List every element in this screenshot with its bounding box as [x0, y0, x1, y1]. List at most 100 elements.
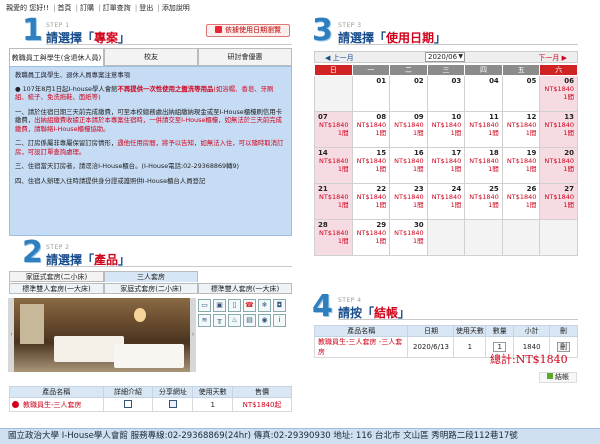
calendar-day-10[interactable]: 10 NT$1840 1間	[426, 111, 466, 148]
calendar-empty-cell	[501, 219, 541, 256]
day-rooms: 1間	[375, 129, 387, 137]
radio-checked-icon[interactable]	[12, 400, 19, 408]
footer-bar: 國立政治大學 I-House學人會館 服務專線:02-29368869(24hr…	[0, 428, 600, 444]
top-nav: 親愛的 您好!! | 首頁 | 訂購 | 訂單查詢 | 登出 | 添加說明	[6, 4, 190, 12]
day-rooms: 1間	[488, 201, 499, 209]
day-number: 09	[413, 113, 424, 121]
room-photo	[14, 298, 192, 372]
photo-next-arrow[interactable]: ›	[190, 298, 196, 372]
calendar-day-29[interactable]: 29 NT$1840 1間	[351, 219, 391, 256]
day-number: 16	[413, 149, 424, 157]
step3-label: STEP 3	[338, 22, 362, 29]
product-table: 產品名稱 詳細介紹 分享網址 使用天數 售價 教職員生-三人套房 1 NT$18…	[9, 386, 292, 412]
subtab-standard-double[interactable]: 標準雙人套房(一大床)	[9, 283, 104, 294]
subtab-family[interactable]: 家庭式套房(二小床)	[104, 283, 198, 294]
calendar-day-08[interactable]: 08 NT$1840 1間	[351, 111, 391, 148]
calendar-day-23[interactable]: 23 NT$1840 1間	[389, 183, 428, 220]
calendar-day-26[interactable]: 26 NT$1840 1間	[501, 183, 541, 220]
calendar-day-21[interactable]: 21 NT$1840 1間	[314, 183, 353, 220]
calendar-day-25[interactable]: 25 NT$1840 1間	[464, 183, 503, 220]
day-number: 29	[376, 221, 387, 229]
calendar-week: 01 02 03 04 05 06 NT$1840 1間	[314, 75, 578, 112]
green-arrow-icon	[547, 373, 553, 379]
tab-triple-suite[interactable]: 三人套房	[104, 271, 198, 282]
subtab-standard-double-2[interactable]: 標準雙人套房(一大床)	[198, 283, 292, 294]
day-price: NT$1840	[319, 157, 349, 165]
tab-family-suite[interactable]: 家庭式套房(二小床)	[9, 271, 104, 282]
day-rooms: 1間	[563, 93, 574, 101]
calendar-day-19[interactable]: 19 NT$1840 1間	[501, 147, 541, 184]
calendar-day-12[interactable]: 12 NT$1840 1間	[501, 111, 541, 148]
calendar-day-18[interactable]: 18 NT$1840 1間	[464, 147, 503, 184]
calendar-nav: ◀ 上一月 2020/06 ▼ 下一月 ▶	[314, 51, 578, 63]
detail-cell[interactable]	[102, 397, 154, 412]
step3-number: 3	[312, 13, 333, 48]
day-price: NT$1840	[394, 229, 424, 237]
wifi-icon: ≋	[198, 314, 211, 327]
calendar-day-15[interactable]: 15 NT$1840 1間	[351, 147, 391, 184]
day-rooms: 1間	[488, 165, 499, 173]
cart-col-product: 產品名稱	[313, 325, 409, 337]
share-icon[interactable]	[168, 400, 177, 408]
tab-alumni[interactable]: 校友	[104, 48, 198, 66]
price-cell: NT$1840起	[232, 397, 292, 412]
calendar-day-04: 04	[464, 75, 503, 112]
calendar-day-27[interactable]: 27 NT$1840 1間	[539, 183, 578, 220]
day-rooms: 1間	[413, 237, 424, 245]
calendar-day-14[interactable]: 14 NT$1840 1間	[314, 147, 353, 184]
calendar-day-16[interactable]: 16 NT$1840 1間	[389, 147, 428, 184]
calendar-day-24[interactable]: 24 NT$1840 1間	[426, 183, 466, 220]
detail-icon[interactable]	[124, 400, 132, 408]
weekday-wed: 三	[426, 64, 466, 76]
tab-staff-students[interactable]: 教職員工與學生(含退休人員)	[9, 48, 104, 66]
calendar-day-11[interactable]: 11 NT$1840 1間	[464, 111, 503, 148]
nav-order-query[interactable]: 訂單查詢	[103, 4, 131, 12]
next-month-link[interactable]: 下一月 ▶	[538, 53, 567, 63]
red-arrow-icon	[215, 26, 222, 33]
calendar-day-03: 03	[426, 75, 466, 112]
calendar-day-20[interactable]: 20 NT$1840 1間	[539, 147, 578, 184]
notice-item: 二、訂房係屬非專屬保留訂房情形，遇他任用房間，將予以告知，如無法入住，可以隨時取…	[15, 139, 284, 156]
day-price: NT$1840	[506, 193, 537, 201]
room-tabs: 家庭式套房(二小床) 三人套房	[9, 271, 292, 282]
step1-number: 1	[22, 13, 43, 48]
month-select[interactable]: 2020/06 ▼	[425, 52, 465, 62]
calendar-week: 21 NT$1840 1間 22 NT$1840 1間 23 NT$1840 1間 24 NT$18…	[314, 183, 578, 220]
day-price: NT$1840	[431, 121, 462, 129]
nav-home[interactable]: 首頁	[57, 4, 71, 12]
day-rooms: 1間	[375, 165, 387, 173]
nav-order[interactable]: 訂購	[80, 4, 94, 12]
calendar-day-22[interactable]: 22 NT$1840 1間	[351, 183, 391, 220]
nav-logout[interactable]: 登出	[139, 4, 153, 12]
browse-by-date-button[interactable]: 依據使用日期瀏覽	[206, 24, 290, 37]
divider	[338, 319, 578, 320]
calendar-day-13[interactable]: 13 NT$1840 1間	[539, 111, 578, 148]
day-number: 01	[376, 77, 387, 85]
calendar-empty-cell	[464, 219, 503, 256]
prev-month-link[interactable]: ◀ 上一月	[325, 53, 354, 63]
day-price: NT$1840	[319, 193, 349, 201]
calendar-day-17[interactable]: 17 NT$1840 1間	[426, 147, 466, 184]
day-rooms: 1間	[413, 129, 424, 137]
cart-col-date: 日期	[407, 325, 455, 337]
day-price: NT$1840	[506, 121, 537, 129]
tab-conference[interactable]: 研討會優惠	[198, 48, 292, 66]
day-number: 02	[413, 77, 424, 85]
step2-number: 2	[22, 235, 43, 270]
calendar-day-09[interactable]: 09 NT$1840 1間	[389, 111, 428, 148]
day-rooms: 1間	[337, 237, 349, 245]
cart-col-qty: 數量	[485, 325, 515, 337]
nav-help[interactable]: 添加說明	[162, 4, 190, 12]
calendar-day-30[interactable]: 30 NT$1840 1間	[389, 219, 428, 256]
days-cell: 1	[192, 397, 234, 412]
day-rooms: 1間	[488, 129, 499, 137]
share-cell[interactable]	[152, 397, 194, 412]
calendar-day-07[interactable]: 07 NT$1840 1間	[314, 111, 353, 148]
calendar-day-28[interactable]: 28 NT$1840 1間	[314, 219, 353, 256]
table-row[interactable]: 教職員生-三人套房 1 NT$1840起	[9, 397, 292, 412]
day-price: NT$1840	[469, 157, 499, 165]
col-detail: 詳細介紹	[102, 386, 154, 398]
product-name-cell[interactable]: 教職員生-三人套房	[9, 397, 104, 412]
checkout-button[interactable]: 結帳	[539, 372, 577, 383]
calendar-day-06[interactable]: 06 NT$1840 1間	[539, 75, 578, 112]
